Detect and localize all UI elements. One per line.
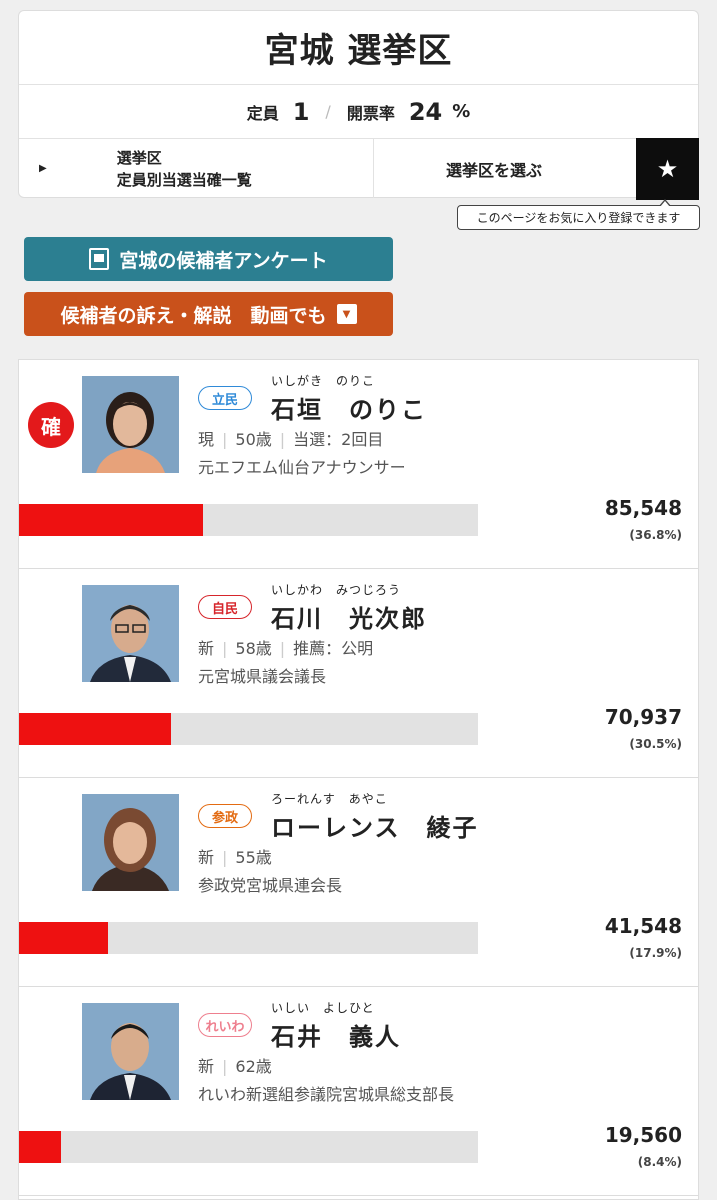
vote-bar-fill xyxy=(19,504,203,536)
candidate-status: 新 xyxy=(198,1057,215,1076)
candidate-meta: 新 | 62歳 xyxy=(198,1057,272,1076)
candidate-name: 石垣 のりこ xyxy=(271,396,427,424)
candidate-name-ruby: いしい よしひと xyxy=(271,1001,375,1015)
candidate-age: 58歳 xyxy=(235,639,272,658)
survey-icon xyxy=(89,248,110,270)
candidate-photo xyxy=(82,1003,179,1100)
candidate-meta: 新 | 58歳 | 推薦：公明 xyxy=(198,639,374,658)
candidate-video-label: 候補者の訴え・解説 動画でも xyxy=(60,304,327,327)
vote-bar-fill xyxy=(19,713,172,745)
candidate-card[interactable]: 参政 ろーれんす あやこ ローレンス 綾子 新 | 55歳 参政党宮城県連会長 41… xyxy=(19,778,698,987)
vote-bar-fill xyxy=(19,922,109,954)
triangle-right-icon: ▶ xyxy=(39,163,47,174)
party-badge: 自民 xyxy=(198,595,252,619)
candidate-meta: 現 | 50歳 | 当選：2回目 xyxy=(198,430,384,449)
seats-value: 1 xyxy=(292,97,310,126)
winners-link-line1: 選挙区 xyxy=(116,148,162,167)
vote-bar-track xyxy=(19,504,478,536)
candidate-photo xyxy=(82,794,179,891)
seats-label: 定員 xyxy=(246,103,279,123)
candidate-age: 55歳 xyxy=(235,848,272,867)
candidate-card[interactable]: 自民 いしかわ みつじろう 石川 光次郎 新 | 58歳 | 推薦：公明 元宮城県議会議… xyxy=(19,569,698,778)
candidate-name-ruby: ろーれんす あやこ xyxy=(271,792,388,806)
vote-percent: (30.5%) xyxy=(629,737,682,751)
candidate-name: 石川 光次郎 xyxy=(271,605,427,633)
vote-count: 19,560 xyxy=(604,1123,682,1147)
district-header-card: 宮城 選挙区 定員 1 / 開票率 24% ▶ 選挙区 定員別当選当確一覧 選挙区を… xyxy=(18,10,699,198)
winners-list-link[interactable]: ▶ 選挙区 定員別当選当確一覧 xyxy=(19,139,374,198)
elected-badge: 確 xyxy=(28,402,74,448)
candidate-card[interactable]: 確 立民 いしがき のりこ 石垣 のりこ 現 | 50歳 | 当選：2回目 元エフエム仙… xyxy=(19,360,698,569)
candidate-career: 元エフエム仙台アナウンサー xyxy=(198,458,406,477)
vote-count: 70,937 xyxy=(604,705,682,729)
vote-bar-track xyxy=(19,713,478,745)
candidate-career: 参政党宮城県連会長 xyxy=(198,876,343,895)
turnout-label: 開票率 xyxy=(346,103,395,123)
vote-percent: (17.9%) xyxy=(629,946,682,960)
vote-count: 85,548 xyxy=(604,496,682,520)
vote-bar-track xyxy=(19,1131,478,1163)
candidate-name: 石井 義人 xyxy=(271,1023,401,1051)
star-icon: ★ xyxy=(656,155,679,183)
candidate-name-ruby: いしかわ みつじろう xyxy=(271,583,402,597)
candidate-career: れいわ新選組参議院宮城県総支部長 xyxy=(198,1085,455,1104)
party-badge: れいわ xyxy=(198,1013,252,1037)
vote-count: 41,548 xyxy=(604,914,682,938)
candidate-career: 元宮城県議会議長 xyxy=(198,667,327,686)
candidate-status: 新 xyxy=(198,639,215,658)
candidate-name-ruby: いしがき のりこ xyxy=(271,374,376,388)
vote-bar-fill xyxy=(19,1131,61,1163)
candidate-extra: 推薦：公明 xyxy=(293,639,374,658)
district-select-label: 選挙区を選ぶ xyxy=(446,160,543,180)
candidate-extra: 当選：2回目 xyxy=(293,430,384,449)
candidate-name: ローレンス 綾子 xyxy=(271,814,479,842)
vote-percent: (36.8%) xyxy=(629,528,682,542)
candidate-photo xyxy=(82,585,179,682)
party-badge: 立民 xyxy=(198,386,252,410)
candidate-meta: 新 | 55歳 xyxy=(198,848,272,867)
candidate-survey-button[interactable]: 宮城の候補者アンケート xyxy=(24,237,393,281)
page-title: 宮城 選挙区 xyxy=(19,11,698,85)
candidate-card[interactable]: れいわ いしい よしひと 石井 義人 新 | 62歳 れいわ新選組参議院宮城県総支部… xyxy=(19,987,698,1196)
dropdown-arrow-icon: ▼ xyxy=(336,304,357,324)
favorite-button[interactable]: ★ xyxy=(636,138,699,200)
candidate-status: 新 xyxy=(198,848,215,867)
turnout-unit: % xyxy=(452,101,471,122)
candidate-age: 50歳 xyxy=(235,430,272,449)
candidate-video-button[interactable]: 候補者の訴え・解説 動画でも ▼ xyxy=(24,292,393,336)
candidate-list: 確 立民 いしがき のりこ 石垣 のりこ 現 | 50歳 | 当選：2回目 元エフエム仙… xyxy=(18,359,699,1200)
candidate-status: 現 xyxy=(198,430,215,449)
candidate-age: 62歳 xyxy=(235,1057,272,1076)
candidate-survey-label: 宮城の候補者アンケート xyxy=(119,249,328,272)
stats-divider: / xyxy=(325,102,331,121)
vote-percent: (8.4%) xyxy=(637,1155,682,1169)
district-stats: 定員 1 / 開票率 24% xyxy=(19,85,698,139)
candidate-photo xyxy=(82,376,179,473)
winners-link-line2: 定員別当選当確一覧 xyxy=(116,170,252,189)
favorite-tooltip: このページをお気に入り登録できます xyxy=(457,199,700,230)
vote-bar-track xyxy=(19,922,478,954)
turnout-value: 24 xyxy=(408,97,443,126)
party-badge: 参政 xyxy=(198,804,252,828)
